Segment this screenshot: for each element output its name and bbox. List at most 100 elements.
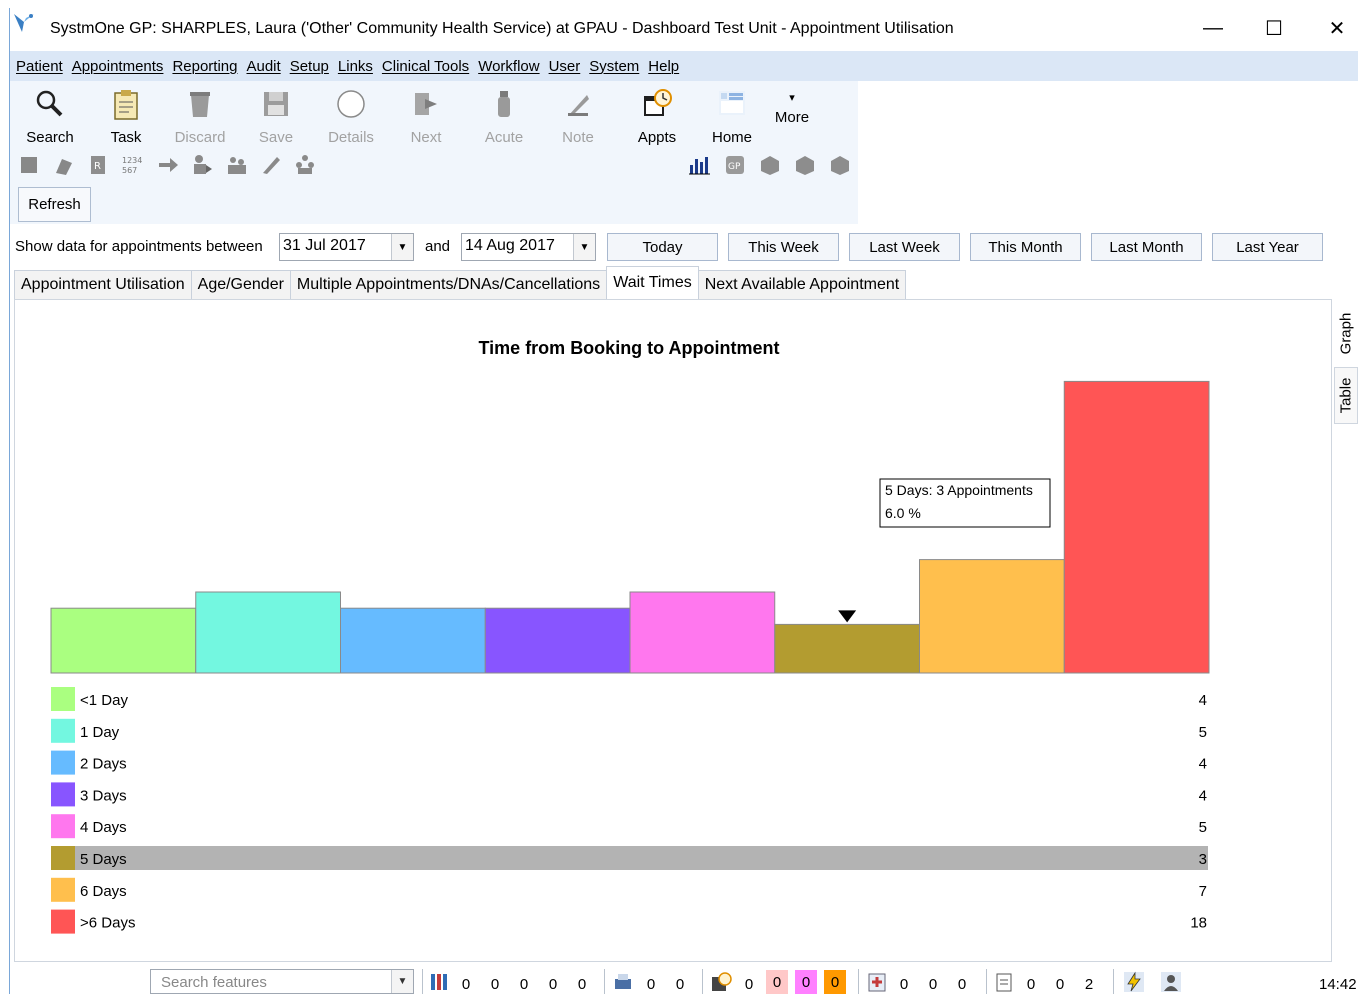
menu-workflow[interactable]: Workflow [478, 58, 545, 75]
user-avatar-icon[interactable] [1160, 971, 1182, 993]
legend-label[interactable]: 2 Days [80, 756, 127, 773]
home-button[interactable]: Home [699, 87, 765, 147]
menu-user[interactable]: User [549, 58, 587, 75]
maximize-button[interactable]: ☐ [1251, 10, 1297, 46]
test-tubes-icon[interactable] [428, 971, 450, 993]
bar--6-days[interactable] [1063, 380, 1210, 674]
menu-setup[interactable]: Setup [290, 58, 335, 75]
legend-label[interactable]: <1 Day [80, 692, 128, 709]
team-icon[interactable] [293, 153, 317, 177]
search-button[interactable]: Search [17, 87, 83, 147]
side-tab-table[interactable]: Table [1334, 367, 1358, 424]
bar-chart-report-icon[interactable] [687, 153, 711, 177]
bar-4-days[interactable] [629, 591, 776, 674]
status-badge-magenta[interactable]: 0 [795, 970, 817, 994]
legend-label[interactable]: 6 Days [80, 883, 127, 900]
last-year-button[interactable]: Last Year [1212, 233, 1323, 261]
legend-label[interactable]: 3 Days [80, 787, 127, 804]
details-button[interactable]: Details [318, 87, 384, 147]
legend-label[interactable]: 5 Days [80, 851, 127, 868]
group-icon[interactable] [225, 153, 249, 177]
bar-1-day[interactable] [195, 591, 341, 674]
home-grid-icon [719, 91, 745, 115]
date-range-label: Show data for appointments between [15, 238, 263, 255]
search-features-input[interactable]: Search features ▼ [150, 969, 414, 994]
legend-label[interactable]: 1 Day [80, 724, 120, 741]
floppy-disk-icon [264, 92, 288, 116]
box-grey-icon-3[interactable] [828, 153, 852, 177]
task-list-icon[interactable] [993, 971, 1015, 993]
legend-label[interactable]: 4 Days [80, 819, 127, 836]
box-grey-icon-1[interactable] [758, 153, 782, 177]
next-button[interactable]: Next [393, 87, 459, 147]
box-grey-icon-2[interactable] [793, 153, 817, 177]
arrow-right-icon[interactable] [156, 153, 180, 177]
acute-button[interactable]: Acute [471, 87, 537, 147]
menu-audit[interactable]: Audit [246, 58, 286, 75]
tab-age-gender[interactable]: Age/Gender [190, 270, 291, 299]
appointment-clock-icon[interactable] [710, 971, 732, 993]
search-features-dropdown-icon[interactable]: ▼ [391, 970, 413, 993]
status-badge-pink[interactable]: 0 [766, 970, 788, 994]
lightning-alert-icon[interactable] [1123, 971, 1145, 993]
last-month-button[interactable]: Last Month [1091, 233, 1202, 261]
side-tab-graph-label: Graph [1337, 312, 1355, 354]
minimize-button[interactable]: — [1190, 10, 1236, 46]
bar-5-days[interactable] [774, 623, 920, 674]
this-month-button[interactable]: This Month [970, 233, 1081, 261]
save-button[interactable]: Save [243, 87, 309, 147]
next-label: Next [410, 129, 442, 146]
menu-links[interactable]: Links [338, 58, 379, 75]
legend-value: 7 [1199, 883, 1207, 900]
edit-quill-icon[interactable] [259, 153, 283, 177]
menu-system[interactable]: System [589, 58, 645, 75]
toolbar: Search Task Discard Save Details Next Ac… [10, 81, 858, 224]
bar-6-days[interactable] [919, 559, 1065, 674]
legend-label[interactable]: >6 Days [80, 915, 135, 932]
hands-icon[interactable] [52, 153, 76, 177]
prescription-icon[interactable]: R [86, 153, 110, 177]
bar--1-day[interactable] [50, 607, 197, 674]
menu-appointments[interactable]: Appointments [72, 58, 170, 75]
bar-2-days[interactable] [340, 607, 486, 674]
close-button[interactable]: ✕ [1314, 10, 1358, 46]
acute-label: Acute [484, 129, 524, 146]
tab-appointment-utilisation[interactable]: Appointment Utilisation [14, 270, 192, 299]
patient-transfer-icon[interactable] [190, 153, 214, 177]
medical-record-icon[interactable] [866, 971, 888, 993]
legend-value: 4 [1199, 787, 1207, 804]
printer-queue-icon[interactable] [612, 971, 634, 993]
record-grey-icon[interactable] [17, 153, 41, 177]
discard-button[interactable]: Discard [167, 87, 233, 147]
status-divider [986, 969, 987, 994]
status-badge-orange[interactable]: 0 [824, 970, 846, 994]
task-clipboard-icon [114, 90, 138, 120]
menu-bar: Patient Appointments Reporting Audit Set… [10, 51, 1358, 81]
and-label: and [425, 238, 451, 255]
menu-clinical-tools[interactable]: Clinical Tools [382, 58, 475, 75]
more-chevron-icon: ▾ [789, 92, 795, 104]
note-button[interactable]: Note [545, 87, 611, 147]
tab-wait-times[interactable]: Wait Times [606, 266, 699, 297]
bar-3-days[interactable] [484, 607, 631, 674]
menu-help[interactable]: Help [648, 58, 685, 75]
status-count: 0 [1055, 976, 1065, 993]
today-button[interactable]: Today [607, 233, 718, 261]
side-tab-graph[interactable]: Graph [1334, 303, 1358, 363]
from-date-dropdown-icon[interactable]: ▼ [391, 234, 413, 260]
gp-icon[interactable]: GP [723, 153, 747, 177]
menu-reporting[interactable]: Reporting [172, 58, 243, 75]
last-week-button[interactable]: Last Week [849, 233, 960, 261]
to-date-dropdown-icon[interactable]: ▼ [573, 234, 595, 260]
this-week-button[interactable]: This Week [728, 233, 839, 261]
more-button[interactable]: ▾ More [759, 91, 825, 151]
refresh-button[interactable]: Refresh [18, 187, 91, 222]
tab-multiple-appointments[interactable]: Multiple Appointments/DNAs/Cancellations [289, 270, 608, 299]
numbers-grid-icon[interactable]: 1234567 [120, 153, 144, 177]
menu-patient[interactable]: Patient [16, 58, 69, 75]
task-button[interactable]: Task [93, 87, 159, 147]
tab-next-available-appointment[interactable]: Next Available Appointment [697, 270, 907, 299]
from-date-picker[interactable]: 31 Jul 2017 ▼ [279, 233, 414, 261]
to-date-picker[interactable]: 14 Aug 2017 ▼ [461, 233, 596, 261]
appts-button[interactable]: Appts [624, 87, 690, 147]
